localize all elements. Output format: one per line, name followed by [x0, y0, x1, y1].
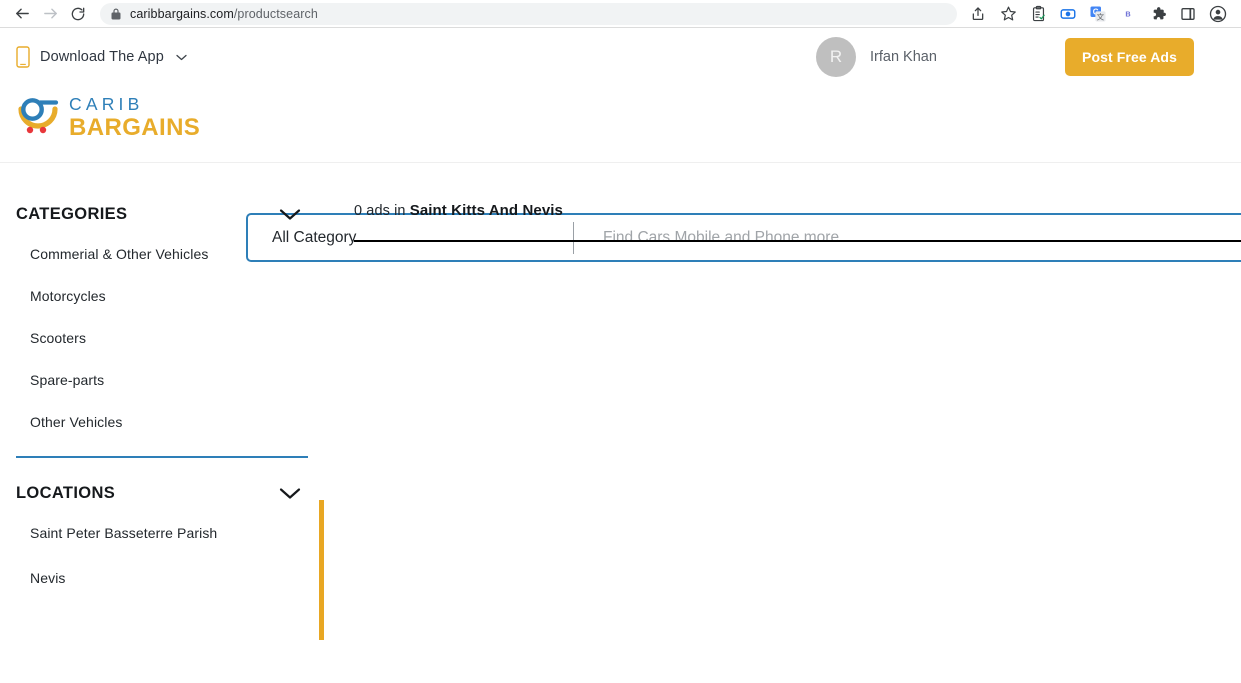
filters-sidebar: CATEGORIES Commerial & Other Vehicles Mo… [0, 163, 324, 652]
user-account-area[interactable]: R Irfan Khan [816, 37, 937, 77]
clipboard-icon[interactable] [1023, 0, 1053, 28]
screen-recorder-icon[interactable] [1053, 0, 1083, 28]
url-domain: caribbargains.com [130, 6, 234, 21]
locations-title: LOCATIONS [16, 484, 116, 502]
mobile-phone-icon [16, 46, 30, 68]
download-app-menu[interactable]: Download The App [16, 46, 187, 68]
sidebar-item-motorcycles[interactable]: Motorcycles [16, 288, 308, 304]
categories-title: CATEGORIES [16, 205, 128, 223]
sidebar-section-divider [16, 456, 308, 458]
back-arrow-icon[interactable] [8, 0, 36, 28]
sidebar-item-commerial-other-vehicles[interactable]: Commerial & Other Vehicles [16, 246, 308, 262]
locations-filter-block: LOCATIONS Saint Peter Basseterre Parish … [16, 484, 308, 586]
sidebar-item-nevis[interactable]: Nevis [16, 570, 308, 586]
svg-text:B: B [1125, 9, 1130, 18]
locations-list: Saint Peter Basseterre Parish Nevis [16, 525, 308, 586]
sidebar-item-spare-parts[interactable]: Spare-parts [16, 372, 308, 388]
bookmark-star-icon[interactable] [993, 0, 1023, 28]
chevron-down-icon[interactable] [279, 208, 301, 221]
results-panel: 0 ads in Saint Kitts And Nevis [354, 163, 1241, 242]
sidebar-scrollbar-thumb[interactable] [319, 500, 324, 640]
sidebar-item-saint-peter-basseterre-parish[interactable]: Saint Peter Basseterre Parish [16, 525, 308, 541]
reload-icon[interactable] [64, 0, 92, 28]
url-path: /productsearch [233, 6, 318, 21]
results-count-prefix: 0 ads in [354, 203, 406, 219]
extensions-puzzle-icon[interactable] [1143, 0, 1173, 28]
download-app-label: Download The App [40, 49, 164, 65]
browser-toolbar: caribbargains.com/productsearch 文 B [0, 0, 1241, 28]
results-region: Saint Kitts And Nevis [409, 202, 563, 219]
sidebar-item-scooters[interactable]: Scooters [16, 330, 308, 346]
locations-filter-header[interactable]: LOCATIONS [16, 484, 308, 503]
categories-list: Commerial & Other Vehicles Motorcycles S… [16, 246, 308, 430]
site-logo[interactable]: CARIB BARGAINS [16, 94, 200, 140]
bitwarden-icon[interactable]: B [1113, 0, 1143, 28]
site-header: CARIB BARGAINS All Category [0, 86, 1241, 262]
logo-bargains-text: BARGAINS [69, 113, 201, 141]
side-panel-icon[interactable] [1173, 0, 1203, 28]
google-translate-icon[interactable]: G 文 [1083, 0, 1113, 28]
profile-avatar-icon[interactable] [1203, 0, 1233, 28]
forward-arrow-icon [36, 0, 64, 28]
browser-toolbar-icons: G 文 B [963, 0, 1233, 28]
logo-wordmark: CARIB BARGAINS [69, 94, 200, 140]
avatar-initial: R [829, 47, 843, 66]
lock-icon [111, 8, 121, 20]
chevron-down-icon[interactable] [279, 487, 301, 500]
results-count: 0 ads in Saint Kitts And Nevis [354, 202, 1241, 219]
user-name: Irfan Khan [870, 49, 937, 65]
address-bar[interactable]: caribbargains.com/productsearch [100, 2, 957, 25]
svg-text:文: 文 [1097, 11, 1105, 21]
site-utility-bar: Download The App R Irfan Khan Post Free … [0, 28, 1241, 86]
results-divider [354, 240, 1241, 242]
page-body: CATEGORIES Commerial & Other Vehicles Mo… [0, 163, 1241, 652]
chevron-down-icon [176, 54, 187, 60]
categories-filter-header[interactable]: CATEGORIES [16, 163, 308, 224]
sidebar-item-other-vehicles[interactable]: Other Vehicles [16, 414, 308, 430]
url-text: caribbargains.com/productsearch [130, 7, 318, 21]
shopping-cart-logo-icon [18, 97, 59, 133]
post-free-ads-button[interactable]: Post Free Ads [1065, 38, 1194, 76]
logo-carib-text: CARIB [69, 94, 144, 114]
avatar[interactable]: R [816, 37, 856, 77]
share-icon[interactable] [963, 0, 993, 28]
